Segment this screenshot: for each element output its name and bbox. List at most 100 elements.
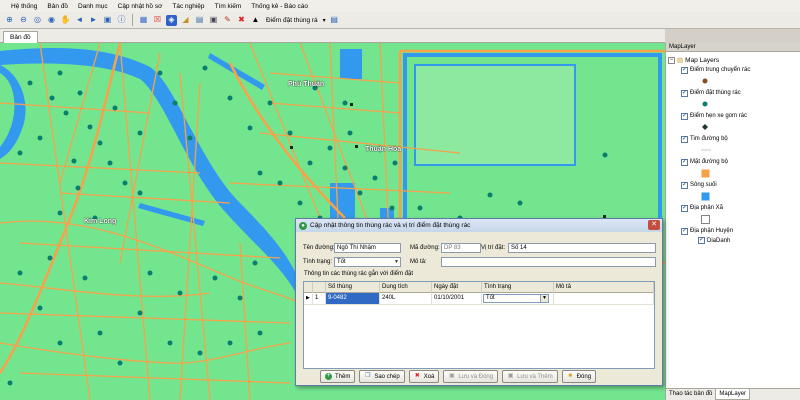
close-button[interactable]: ■ Đóng — [561, 370, 597, 383]
layer-checkbox[interactable]: ✓ — [681, 112, 688, 120]
select-icon[interactable]: ▦ — [138, 15, 149, 26]
panel-title: MapLayer — [666, 43, 800, 52]
line-icon — [701, 149, 711, 151]
white-square-icon — [701, 215, 710, 224]
zoom-in-icon[interactable]: ⊕ — [4, 15, 15, 26]
full-extent-icon[interactable]: ▣ — [102, 15, 113, 26]
menu-thong-ke-bao-cao[interactable]: Thống kê - Báo cáo — [246, 3, 313, 10]
layer-tree-root[interactable]: − ▧ Map Layers — [668, 55, 798, 65]
layer-checkbox[interactable]: ✓ — [681, 181, 688, 189]
ruler-icon[interactable]: ◢ — [180, 15, 191, 26]
add-button[interactable]: + Thêm — [320, 370, 356, 383]
cell-ngay-dat[interactable]: 01/10/2001 — [432, 293, 482, 305]
layer-name: Địa phận Huyện — [690, 228, 734, 234]
zoom-fixed-out-icon[interactable]: ◉ — [46, 15, 57, 26]
chevron-down-icon[interactable]: ▾ — [323, 17, 326, 24]
col-tinh-trang[interactable]: Tình trạng — [482, 282, 554, 293]
layer-checkbox[interactable]: ✓ — [698, 237, 705, 244]
diadanh-item[interactable]: ✓ DiaDanh — [698, 237, 730, 244]
layer-item[interactable]: ✓ Điểm hẹn xe gom rác — [668, 111, 798, 134]
chevron-down-icon[interactable]: ▼ — [394, 258, 399, 266]
menu-ban-do[interactable]: Bản đồ — [42, 3, 73, 10]
cell-dung-tich[interactable]: 240L — [380, 293, 432, 305]
zoom-out-icon[interactable]: ⊖ — [18, 15, 29, 26]
close-button-label: Đóng — [576, 373, 592, 380]
cell-so-thung[interactable]: 9-0482 — [326, 293, 380, 305]
save-add-button-label: Lưu và Thêm — [517, 373, 553, 380]
menu-danh-muc[interactable]: Danh mục — [73, 3, 113, 10]
layer-item[interactable]: ✓ Địa phận Huyện ✓ DiaDanh — [668, 226, 798, 249]
layer-checkbox[interactable]: ✓ — [681, 89, 688, 97]
pan-icon[interactable]: ✋ — [60, 15, 71, 26]
desc-label: Mô tả: — [410, 259, 427, 265]
save-icon[interactable]: ▣ — [208, 15, 219, 26]
tab-thao-tac-ban-do[interactable]: Thao tác bản đồ — [666, 389, 715, 400]
save-close-button[interactable]: ▣ Lưu và Đóng — [443, 370, 499, 383]
status-select[interactable]: Tốt ▼ — [334, 257, 401, 267]
layer-name: Tim đường bộ — [690, 136, 728, 142]
document-tabstrip: Bản đồ — [0, 29, 665, 43]
col-so-thung[interactable]: Số thùng — [326, 282, 380, 293]
copy-button[interactable]: ❐ Sao chép — [359, 370, 405, 383]
layer-checkbox[interactable]: ✓ — [681, 135, 688, 143]
layer-item[interactable]: ✓ Tim đường bộ — [668, 134, 798, 157]
street-field[interactable]: Ngô Thì Nhậm — [334, 243, 401, 253]
layers-icon: ▧ — [677, 57, 684, 64]
cell-status-combobox[interactable]: Tốt ▼ — [483, 294, 549, 303]
col-ngay-dat[interactable]: Ngày đặt — [432, 282, 482, 293]
close-icon[interactable]: ✕ — [648, 220, 660, 230]
chevron-down-icon[interactable]: ▼ — [540, 295, 548, 302]
pointer-icon[interactable]: ▲ — [250, 15, 261, 26]
measure-icon[interactable]: ◈ — [166, 14, 177, 26]
back-icon[interactable]: ◄ — [74, 15, 85, 26]
blue-square-icon — [701, 192, 710, 201]
col-dung-tich[interactable]: Dung tích — [380, 282, 432, 293]
desc-field[interactable] — [441, 257, 656, 267]
cell-tinh-trang[interactable]: Tốt ▼ — [482, 293, 554, 305]
layer-item[interactable]: ✓ Điểm đặt thùng rác — [668, 88, 798, 111]
teal-dot-icon — [702, 101, 708, 107]
table-row[interactable]: ▶ 1 9-0482 240L 01/10/2001 Tốt ▼ — [304, 293, 654, 305]
layer-item[interactable]: ✓ Mặt đường bộ — [668, 157, 798, 180]
tab-ban-do[interactable]: Bản đồ — [3, 31, 38, 43]
add-icon: + — [325, 373, 332, 380]
layer-settings-icon[interactable]: ▤ — [329, 15, 340, 26]
layer-select[interactable]: Điểm đặt thùng rá — [266, 17, 318, 24]
menu-tim-kiem[interactable]: Tìm kiếm — [210, 3, 247, 10]
map-label-phu-thuan: Phú Thuận — [288, 81, 325, 88]
layer-checkbox[interactable]: ✓ — [681, 227, 688, 235]
orange-square-icon — [701, 169, 710, 178]
table-icon[interactable]: ▤ — [194, 15, 205, 26]
dialog-titlebar[interactable]: ● Cập nhật thông tin thùng rác và vị trí… — [296, 219, 662, 232]
save-add-button[interactable]: ▣ Lưu và Thêm — [502, 370, 558, 383]
zoom-fixed-in-icon[interactable]: ◎ — [32, 15, 43, 26]
code-field[interactable]: DP 83 — [441, 243, 481, 253]
delete-icon[interactable]: ✖ — [236, 15, 247, 26]
layer-item[interactable]: ✓ Địa phận Xã — [668, 203, 798, 226]
menu-cap-nhat-ho-so[interactable]: Cập nhật hồ sơ — [113, 3, 168, 10]
layer-checkbox[interactable]: ✓ — [681, 158, 688, 166]
layer-name: DiaDanh — [707, 237, 731, 244]
menu-tac-nghiep[interactable]: Tác nghiệp — [167, 3, 209, 10]
identify-icon[interactable]: ⓘ — [116, 15, 127, 26]
layer-checkbox[interactable]: ✓ — [681, 66, 688, 74]
delete-button[interactable]: ✖ Xoá — [408, 370, 440, 383]
layer-checkbox[interactable]: ✓ — [681, 204, 688, 212]
index-header — [313, 282, 326, 293]
edit-icon[interactable]: ✎ — [222, 15, 233, 26]
row-selector-icon[interactable]: ▶ — [304, 293, 313, 305]
menu-he-thong[interactable]: Hệ thống — [6, 3, 42, 10]
layer-item[interactable]: ✓ Điểm trung chuyển rác — [668, 65, 798, 88]
add-button-label: Thêm — [335, 373, 351, 380]
row-header-corner — [304, 282, 313, 293]
position-label: Vị trí đặt: — [481, 245, 506, 251]
collapse-icon[interactable]: − — [668, 56, 675, 64]
forward-icon[interactable]: ► — [88, 15, 99, 26]
position-field[interactable]: Số 14 — [508, 243, 656, 253]
cell-mo-ta[interactable] — [554, 293, 654, 305]
clear-select-icon[interactable]: ☒ — [152, 15, 163, 26]
col-mo-ta[interactable]: Mô tả — [554, 282, 654, 293]
tab-maplayer[interactable]: MapLayer — [715, 389, 751, 400]
layer-item[interactable]: ✓ Sông suối — [668, 180, 798, 203]
lake — [340, 49, 362, 79]
